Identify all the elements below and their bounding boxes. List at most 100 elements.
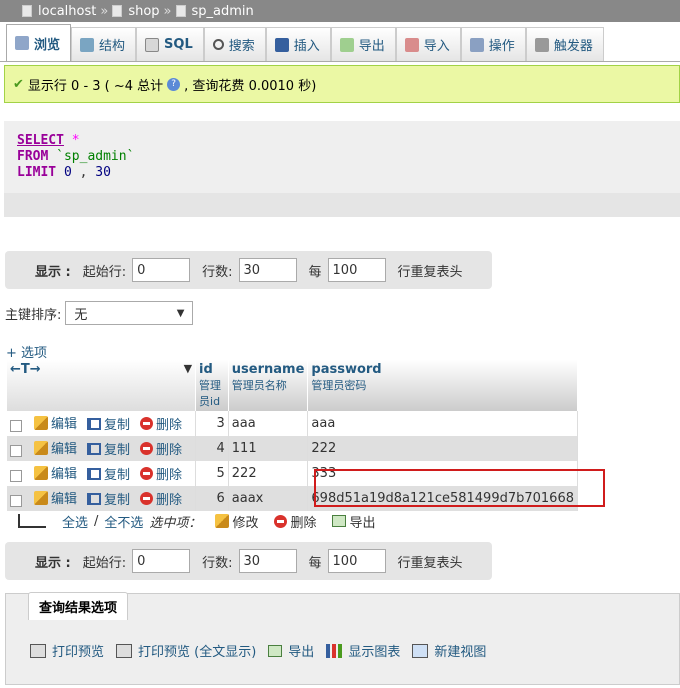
success-message: ✔ 显示行 0 - 3 ( ~4 总计 ? , 查询花费 0.0010 秒) [4, 65, 680, 103]
bulk-export-button[interactable]: 导出 [332, 512, 375, 531]
delete-label: 删除 [156, 442, 183, 458]
sql-comma: , [79, 165, 88, 180]
delete-button[interactable]: 删除 [140, 464, 182, 483]
cell-password[interactable]: 222 [307, 436, 578, 461]
column-comment: 管理员密码 [311, 379, 367, 392]
sort-dropdown-icon[interactable]: ▼ [184, 362, 192, 375]
uncheck-all-link[interactable]: 全不选 [104, 512, 143, 531]
tab-structure[interactable]: 结构 [71, 27, 137, 61]
tab-triggers[interactable]: 触发器 [525, 27, 604, 61]
edit-button[interactable]: 编辑 [34, 438, 77, 457]
display-chart-link[interactable]: 显示图表 [348, 641, 400, 660]
export-link[interactable]: 导出 [288, 641, 314, 660]
start-row-input[interactable] [132, 549, 191, 573]
edit-button[interactable]: 编辑 [34, 488, 77, 507]
check-icon: ✔ [13, 76, 24, 92]
delete-button[interactable]: 删除 [140, 489, 182, 508]
delete-icon [274, 514, 288, 528]
every-label: 每 [308, 264, 322, 280]
chart-icon [326, 643, 343, 658]
column-header-id[interactable]: id 管理员id [195, 360, 229, 411]
pencil-icon [34, 490, 48, 505]
edit-label: 编辑 [51, 442, 78, 458]
print-preview-link[interactable]: 打印预览 [52, 641, 104, 660]
copy-button[interactable]: 复制 [87, 489, 130, 508]
pencil-icon [34, 465, 48, 480]
tab-bar: 浏览 结构 SQL 搜索 插入 导出 导入 操作 触发器 [0, 22, 680, 62]
cell-password[interactable]: aaa [307, 411, 578, 436]
help-icon[interactable]: ? [167, 77, 181, 91]
breadcrumb-database[interactable]: shop [128, 4, 159, 19]
tab-operations[interactable]: 操作 [460, 27, 526, 61]
view-icon [412, 643, 429, 658]
edit-button[interactable]: 编辑 [34, 413, 77, 432]
column-header-username[interactable]: username 管理员名称 [228, 360, 309, 411]
cell-username[interactable]: aaax [228, 486, 309, 511]
breadcrumb-separator: » [100, 3, 109, 19]
wrench-icon [469, 37, 484, 52]
edit-label: 编辑 [51, 467, 78, 483]
sql-table: `sp_admin` [56, 149, 135, 164]
tab-insert[interactable]: 插入 [265, 27, 331, 61]
success-time: , 查询花费 0.0010 秒) [184, 78, 317, 94]
cell-id[interactable]: 3 [195, 411, 229, 436]
structure-icon [80, 37, 95, 52]
print-preview-full-link[interactable]: 打印预览 (全文显示) [138, 641, 256, 660]
tab-browse[interactable]: 浏览 [6, 24, 72, 61]
repeat-header-input[interactable] [327, 549, 386, 573]
delete-label: 删除 [156, 492, 183, 508]
sort-label: 主键排序: [5, 307, 62, 323]
column-arrows[interactable]: ←T→ [10, 362, 41, 377]
row-checkbox[interactable] [10, 470, 22, 483]
check-all-link[interactable]: 全选 [62, 512, 88, 531]
pencil-icon [34, 440, 48, 455]
repeat-header-input[interactable] [327, 258, 386, 282]
cell-id[interactable]: 4 [195, 436, 229, 461]
cell-id[interactable]: 5 [195, 461, 229, 486]
copy-label: 复制 [104, 443, 131, 459]
bulk-edit-label: 修改 [232, 515, 259, 531]
delete-icon [140, 441, 154, 455]
delete-button[interactable]: 删除 [140, 414, 182, 433]
delete-button[interactable]: 删除 [140, 439, 182, 458]
tab-export[interactable]: 导出 [330, 27, 396, 61]
copy-button[interactable]: 复制 [87, 414, 130, 433]
tab-import[interactable]: 导入 [395, 27, 461, 61]
tab-sql[interactable]: SQL [136, 27, 204, 61]
copy-button[interactable]: 复制 [87, 439, 130, 458]
rows-count-input[interactable] [238, 549, 297, 573]
cell-username[interactable]: aaa [228, 411, 309, 436]
show-label: 显示 : [35, 264, 71, 280]
column-name: id [199, 362, 213, 377]
import-icon [404, 37, 419, 52]
row-actions: 编辑 复制 删除 [7, 461, 197, 486]
delete-label: 删除 [156, 417, 183, 433]
start-row-input[interactable] [132, 258, 191, 282]
sql-star: * [71, 133, 80, 148]
bulk-edit-button[interactable]: 修改 [215, 512, 258, 531]
sql-keyword: FROM [17, 149, 49, 164]
sql-icon [145, 37, 160, 52]
bulk-delete-button[interactable]: 删除 [274, 512, 316, 531]
sort-select[interactable]: 无 ▼ [65, 301, 194, 325]
edit-label: 编辑 [51, 417, 78, 433]
row-checkbox[interactable] [10, 420, 22, 433]
copy-button[interactable]: 复制 [87, 464, 130, 483]
create-view-link[interactable]: 新建视图 [434, 641, 486, 660]
navigation-bar-bottom: 显示 : 起始行: 行数: 每 行重复表头 [5, 542, 492, 580]
breadcrumb-server[interactable]: localhost [38, 4, 96, 19]
rows-count-input[interactable] [238, 258, 297, 282]
breadcrumb-table[interactable]: sp_admin [192, 4, 254, 19]
arrow-up-icon [18, 514, 46, 528]
tab-search[interactable]: 搜索 [203, 27, 266, 61]
sql-query-text[interactable]: SELECT * FROM `sp_admin` LIMIT 0 , 30 [17, 133, 134, 181]
cell-id[interactable]: 6 [195, 486, 229, 511]
options-link[interactable]: + 选项 [6, 342, 47, 361]
column-header-password[interactable]: password 管理员密码 [307, 360, 578, 411]
copy-icon [87, 417, 102, 430]
row-checkbox[interactable] [10, 445, 22, 458]
row-checkbox[interactable] [10, 495, 22, 508]
cell-username[interactable]: 111 [228, 436, 309, 461]
edit-button[interactable]: 编辑 [34, 463, 77, 482]
cell-username[interactable]: 222 [228, 461, 309, 486]
